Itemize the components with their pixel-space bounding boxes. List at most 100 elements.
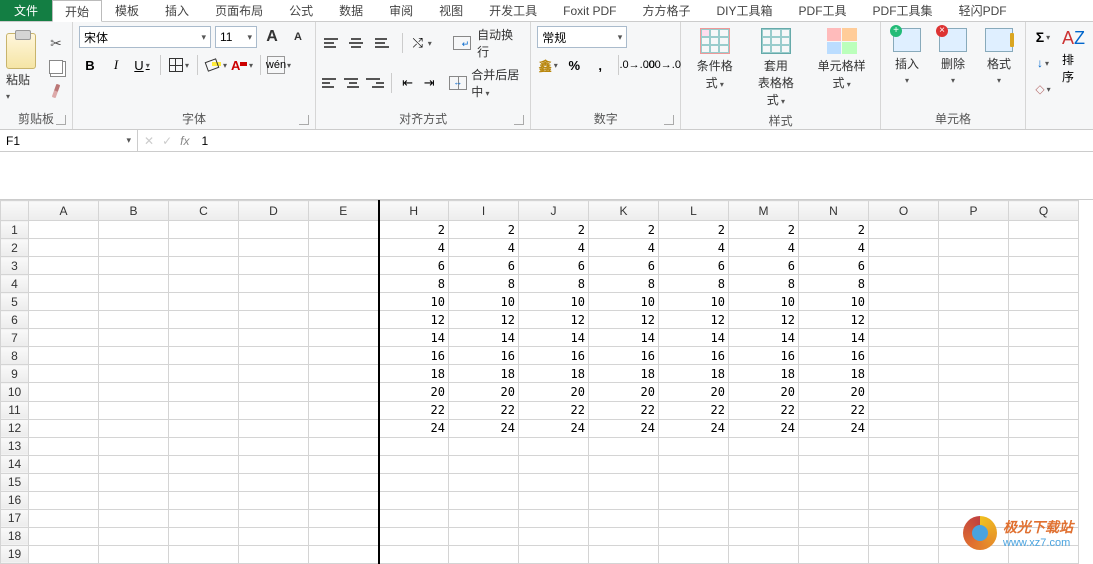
cell-B2[interactable] [99, 239, 169, 257]
bold-button[interactable]: B [79, 54, 101, 76]
tab-3[interactable]: 页面布局 [202, 0, 276, 21]
cell-A3[interactable] [29, 257, 99, 275]
tab-9[interactable]: Foxit PDF [550, 0, 629, 21]
cell-N1[interactable]: 2 [799, 221, 869, 239]
row-header-13[interactable]: 13 [1, 437, 29, 455]
cell-L11[interactable]: 22 [659, 401, 729, 419]
cell-O1[interactable] [869, 221, 939, 239]
tab-7[interactable]: 视图 [426, 0, 476, 21]
cell-B5[interactable] [99, 293, 169, 311]
row-header-2[interactable]: 2 [1, 239, 29, 257]
cell-O5[interactable] [869, 293, 939, 311]
cell-Q2[interactable] [1009, 239, 1079, 257]
cell-K13[interactable] [589, 437, 659, 455]
cell-H8[interactable]: 16 [379, 347, 449, 365]
cell-B6[interactable] [99, 311, 169, 329]
enter-formula-icon[interactable]: ✓ [162, 134, 172, 148]
cell-A18[interactable] [29, 527, 99, 545]
cell-N6[interactable]: 12 [799, 311, 869, 329]
cell-N10[interactable]: 20 [799, 383, 869, 401]
col-header-H[interactable]: H [379, 201, 449, 221]
cell-A16[interactable] [29, 491, 99, 509]
cell-K8[interactable]: 16 [589, 347, 659, 365]
cell-P10[interactable] [939, 383, 1009, 401]
cell-P14[interactable] [939, 455, 1009, 473]
cell-P13[interactable] [939, 437, 1009, 455]
cell-K3[interactable]: 6 [589, 257, 659, 275]
phonetic-button[interactable]: wén [268, 54, 290, 76]
cell-L18[interactable] [659, 527, 729, 545]
cell-M11[interactable]: 22 [729, 401, 799, 419]
cell-K4[interactable]: 8 [589, 275, 659, 293]
cell-N16[interactable] [799, 491, 869, 509]
cell-Q5[interactable] [1009, 293, 1079, 311]
cell-A9[interactable] [29, 365, 99, 383]
cell-M15[interactable] [729, 473, 799, 491]
row-header-17[interactable]: 17 [1, 509, 29, 527]
conditional-format-button[interactable]: 条件格式 [687, 26, 742, 110]
cell-B11[interactable] [99, 401, 169, 419]
cell-Q10[interactable] [1009, 383, 1079, 401]
cell-I13[interactable] [449, 437, 519, 455]
cell-H7[interactable]: 14 [379, 329, 449, 347]
row-header-7[interactable]: 7 [1, 329, 29, 347]
cell-I10[interactable]: 20 [449, 383, 519, 401]
cell-K18[interactable] [589, 527, 659, 545]
cell-D6[interactable] [239, 311, 309, 329]
cell-O16[interactable] [869, 491, 939, 509]
cell-N18[interactable] [799, 527, 869, 545]
cell-O6[interactable] [869, 311, 939, 329]
cell-N2[interactable]: 4 [799, 239, 869, 257]
cell-H12[interactable]: 24 [379, 419, 449, 437]
formula-bar-expanded[interactable] [0, 152, 1093, 200]
border-button[interactable] [168, 54, 190, 76]
col-header-O[interactable]: O [869, 201, 939, 221]
row-header-15[interactable]: 15 [1, 473, 29, 491]
cell-D18[interactable] [239, 527, 309, 545]
cell-K16[interactable] [589, 491, 659, 509]
cell-A2[interactable] [29, 239, 99, 257]
cell-D12[interactable] [239, 419, 309, 437]
decrease-indent-button[interactable]: ⇤ [399, 72, 417, 94]
cell-H13[interactable] [379, 437, 449, 455]
paste-button[interactable]: 粘贴 [6, 71, 36, 102]
cell-M5[interactable]: 10 [729, 293, 799, 311]
cell-C3[interactable] [169, 257, 239, 275]
tab-5[interactable]: 数据 [326, 0, 376, 21]
tab-10[interactable]: 方方格子 [630, 0, 704, 21]
cell-M14[interactable] [729, 455, 799, 473]
comma-button[interactable]: , [589, 54, 611, 76]
cell-B8[interactable] [99, 347, 169, 365]
cell-H15[interactable] [379, 473, 449, 491]
cell-M1[interactable]: 2 [729, 221, 799, 239]
cell-I1[interactable]: 2 [449, 221, 519, 239]
format-cells-button[interactable]: 格式 [979, 26, 1019, 108]
increase-font-button[interactable]: A [261, 26, 283, 48]
cell-N11[interactable]: 22 [799, 401, 869, 419]
cell-A13[interactable] [29, 437, 99, 455]
cell-I4[interactable]: 8 [449, 275, 519, 293]
cell-O13[interactable] [869, 437, 939, 455]
cell-K6[interactable]: 12 [589, 311, 659, 329]
cell-O18[interactable] [869, 527, 939, 545]
cell-B7[interactable] [99, 329, 169, 347]
cell-K19[interactable] [589, 545, 659, 563]
cell-H10[interactable]: 20 [379, 383, 449, 401]
cell-styles-button[interactable]: 单元格样式 [809, 26, 874, 110]
cell-D8[interactable] [239, 347, 309, 365]
col-header-E[interactable]: E [309, 201, 379, 221]
font-color-button[interactable]: A [231, 54, 253, 76]
col-header-J[interactable]: J [519, 201, 589, 221]
cell-J16[interactable] [519, 491, 589, 509]
cell-K2[interactable]: 4 [589, 239, 659, 257]
copy-button[interactable] [46, 58, 66, 76]
cell-C12[interactable] [169, 419, 239, 437]
cell-E8[interactable] [309, 347, 379, 365]
cell-P11[interactable] [939, 401, 1009, 419]
align-center-button[interactable] [344, 72, 362, 94]
cell-J7[interactable]: 14 [519, 329, 589, 347]
cell-C9[interactable] [169, 365, 239, 383]
cell-C2[interactable] [169, 239, 239, 257]
cell-E17[interactable] [309, 509, 379, 527]
tab-13[interactable]: PDF工具集 [860, 0, 946, 21]
